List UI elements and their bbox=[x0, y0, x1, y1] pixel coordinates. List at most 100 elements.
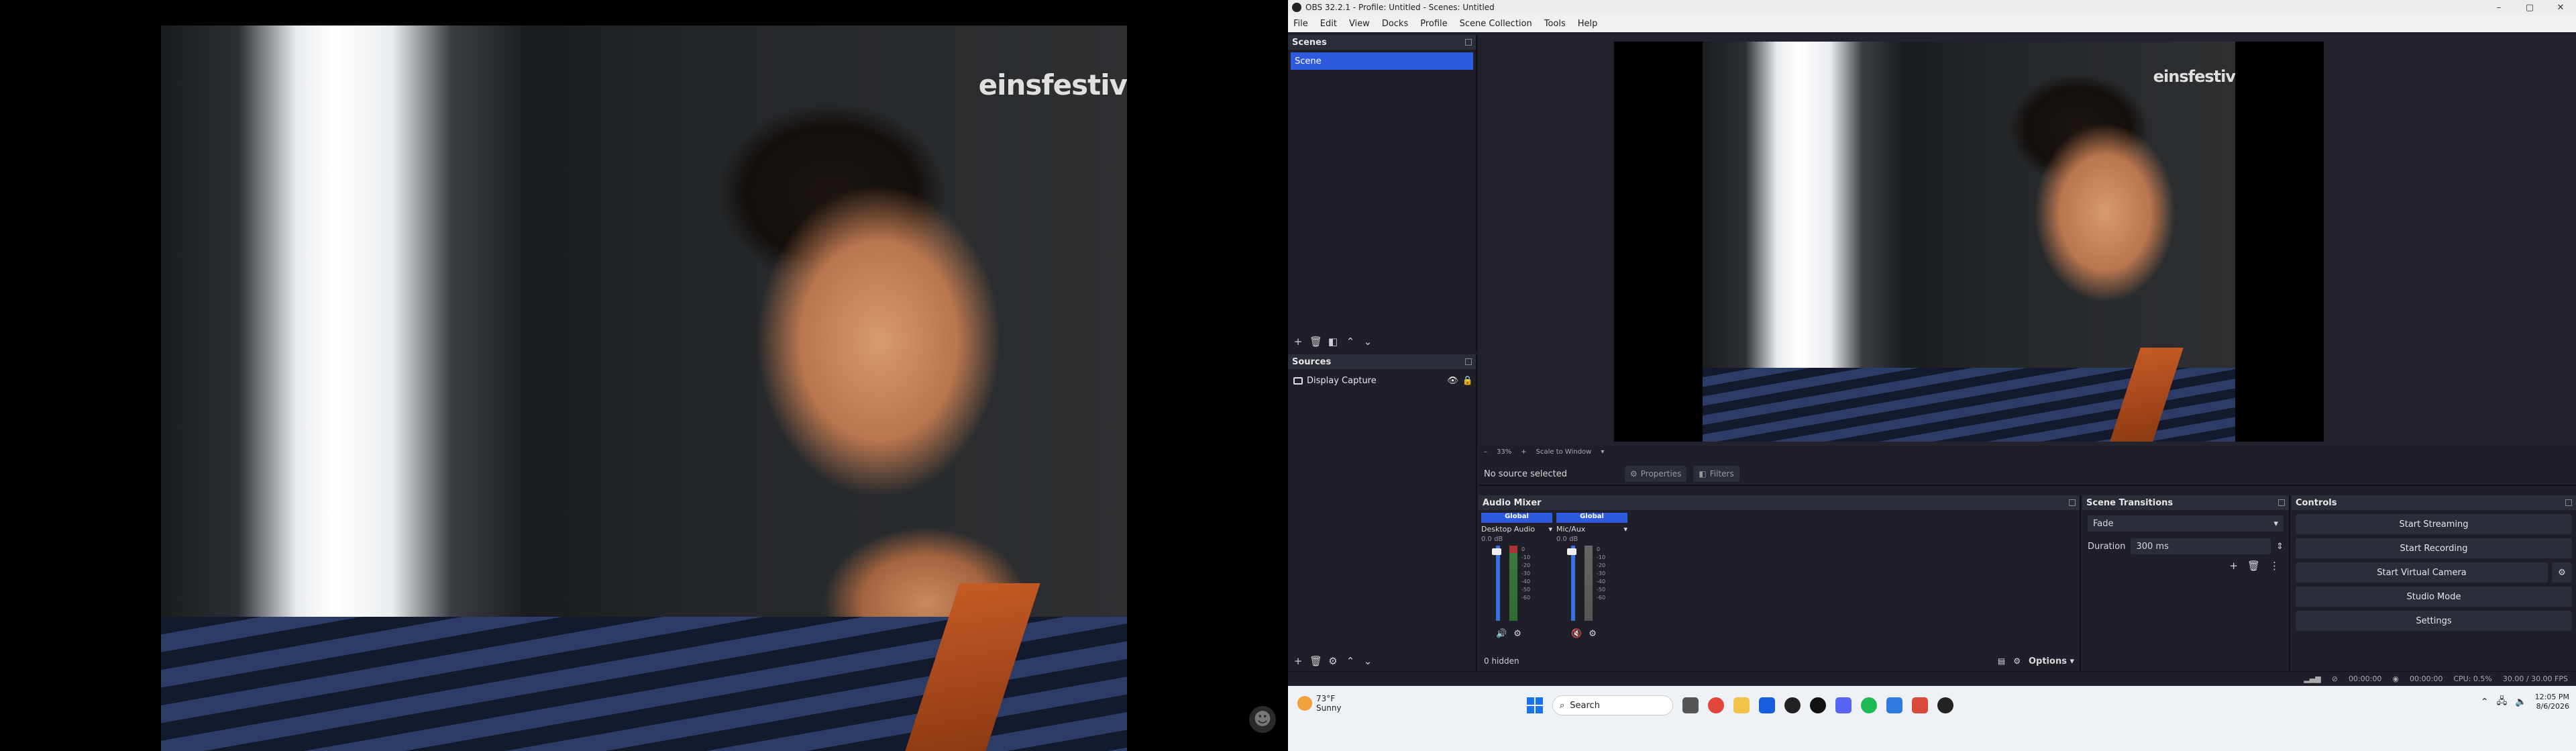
move-down-icon[interactable]: ⌄ bbox=[1362, 655, 1374, 667]
gear-icon: ⚙ bbox=[1630, 469, 1638, 479]
speaker-icon[interactable]: 🔊 bbox=[1496, 629, 1507, 639]
muted-speaker-icon[interactable]: 🔇 bbox=[1571, 629, 1582, 639]
preview-area[interactable]: einsfestiv bbox=[1479, 35, 2576, 446]
menu-tools[interactable]: Tools bbox=[1544, 19, 1566, 29]
channel-name[interactable]: Mic/Aux ▾ bbox=[1556, 525, 1627, 534]
maximize-button[interactable]: ▢ bbox=[2514, 3, 2545, 13]
github-icon[interactable] bbox=[1810, 697, 1826, 713]
move-down-icon[interactable]: ⌄ bbox=[1362, 336, 1374, 348]
network-icon[interactable]: 🖧 bbox=[2497, 694, 2508, 710]
channel-gear-icon[interactable]: ⚙ bbox=[1513, 629, 1521, 639]
mixer-channel-desktop-audio: Global Desktop Audio ▾ 0.0 dB 0 -10 -20 bbox=[1481, 513, 1552, 639]
remove-transition-icon[interactable]: 🗑 bbox=[2247, 560, 2260, 572]
filters-button[interactable]: ◧ Filters bbox=[1693, 466, 1739, 482]
chevron-down-icon[interactable]: ▾ bbox=[1601, 448, 1604, 456]
undock-icon[interactable] bbox=[2069, 499, 2076, 506]
hidden-count[interactable]: 0 hidden bbox=[1484, 656, 1990, 666]
menu-view[interactable]: View bbox=[1349, 19, 1370, 29]
chrome-icon[interactable] bbox=[1708, 697, 1724, 713]
app-icon-circle[interactable] bbox=[1784, 697, 1801, 713]
chevron-up-icon[interactable]: ⌃ bbox=[2481, 697, 2489, 707]
add-source-icon[interactable]: + bbox=[1292, 655, 1304, 667]
clock[interactable]: 12:05 PM 8/6/2026 bbox=[2535, 693, 2569, 711]
transition-select[interactable]: Fade ▾ bbox=[2088, 515, 2284, 532]
start-recording-button[interactable]: Start Recording bbox=[2296, 538, 2572, 558]
start-virtual-camera-button[interactable]: Start Virtual Camera bbox=[2296, 562, 2548, 583]
chevron-down-icon[interactable]: ▾ bbox=[1548, 525, 1552, 534]
menu-file[interactable]: File bbox=[1293, 19, 1308, 29]
scene-transitions-title: Scene Transitions bbox=[2086, 497, 2174, 508]
tick-label: -60 bbox=[1597, 595, 1606, 601]
duration-input[interactable]: 300 ms bbox=[2131, 538, 2271, 554]
bitwarden-icon[interactable] bbox=[1759, 697, 1775, 713]
corner-logo-icon: ☻ bbox=[1249, 706, 1276, 733]
undock-icon[interactable] bbox=[2565, 499, 2572, 506]
undock-icon[interactable] bbox=[2278, 499, 2285, 506]
scale-mode-select[interactable]: Scale to Window bbox=[1536, 448, 1592, 456]
system-tray: ⌃ 🖧 🔈 12:05 PM 8/6/2026 bbox=[2481, 693, 2569, 711]
virtual-camera-gear-icon[interactable]: ⚙ bbox=[2552, 562, 2572, 583]
zoom-out-button[interactable]: – bbox=[1484, 448, 1487, 456]
settings-button[interactable]: Settings bbox=[2296, 611, 2572, 631]
menu-bar: File Edit View Docks Profile Scene Colle… bbox=[1288, 15, 2576, 32]
scene-item[interactable]: Scene bbox=[1291, 52, 1473, 70]
source-properties-gear-icon[interactable]: ⚙ bbox=[1327, 655, 1339, 667]
close-button[interactable]: ✕ bbox=[2545, 3, 2576, 13]
remove-source-icon[interactable]: 🗑 bbox=[1309, 655, 1322, 667]
tick-label: -50 bbox=[1521, 587, 1531, 593]
visibility-eye-icon[interactable]: 👁 bbox=[1447, 376, 1458, 386]
volume-icon[interactable]: 🔈 bbox=[2515, 697, 2526, 707]
options-button[interactable]: Options ▾ bbox=[2029, 656, 2074, 666]
taskbar-search[interactable]: ⌕ Search bbox=[1552, 695, 1673, 715]
properties-button[interactable]: ⚙ Properties bbox=[1625, 466, 1687, 482]
preview-canvas[interactable]: einsfestiv bbox=[1614, 42, 2324, 442]
source-item[interactable]: Display Capture 👁 🔒 bbox=[1291, 372, 1473, 389]
add-transition-icon[interactable]: + bbox=[2229, 560, 2238, 572]
mixer-layout-icon[interactable]: ▤ bbox=[1998, 656, 2005, 666]
channel-gear-icon[interactable]: ⚙ bbox=[1589, 629, 1597, 639]
mixer-settings-icon[interactable]: ⚙ bbox=[2013, 656, 2021, 666]
tick-label: -20 bbox=[1521, 562, 1531, 568]
spotify-icon[interactable] bbox=[1861, 697, 1877, 713]
channel-name[interactable]: Desktop Audio ▾ bbox=[1481, 525, 1552, 534]
fader-handle[interactable] bbox=[1567, 548, 1576, 555]
app-icon-blue[interactable] bbox=[1886, 697, 1902, 713]
audio-mixer-title: Audio Mixer bbox=[1483, 497, 1542, 508]
move-up-icon[interactable]: ⌃ bbox=[1344, 336, 1356, 348]
studio-mode-button[interactable]: Studio Mode bbox=[2296, 587, 2572, 607]
file-explorer-icon[interactable] bbox=[1733, 697, 1750, 713]
undock-icon[interactable] bbox=[1465, 39, 1472, 46]
start-button-icon[interactable] bbox=[1527, 697, 1543, 713]
lock-icon[interactable]: 🔒 bbox=[1462, 376, 1473, 386]
app-icon-red[interactable] bbox=[1912, 697, 1928, 713]
menu-edit[interactable]: Edit bbox=[1320, 19, 1337, 29]
fader-handle[interactable] bbox=[1492, 548, 1501, 555]
add-scene-icon[interactable]: + bbox=[1292, 336, 1304, 348]
undock-icon[interactable] bbox=[1465, 358, 1472, 365]
sources-title: Sources bbox=[1292, 356, 1332, 367]
volume-fader[interactable] bbox=[1571, 546, 1575, 621]
task-view-icon[interactable] bbox=[1682, 697, 1699, 713]
menu-docks[interactable]: Docks bbox=[1382, 19, 1408, 29]
channel-controls: 🔇 ⚙ bbox=[1556, 629, 1627, 639]
menu-help[interactable]: Help bbox=[1578, 19, 1598, 29]
sources-dock: Sources Display Capture 👁 🔒 + 🗑 ⚙ ⌃ ⌄ bbox=[1288, 354, 1477, 671]
discord-icon[interactable] bbox=[1835, 697, 1851, 713]
menu-scene-collection[interactable]: Scene Collection bbox=[1460, 19, 1532, 29]
spinner-icon[interactable]: ⇕ bbox=[2276, 542, 2284, 552]
menu-profile[interactable]: Profile bbox=[1420, 19, 1447, 29]
minimize-button[interactable]: – bbox=[2483, 3, 2514, 13]
move-up-icon[interactable]: ⌃ bbox=[1344, 655, 1356, 667]
more-options-icon[interactable]: ⋮ bbox=[2269, 560, 2279, 572]
volume-fader[interactable] bbox=[1496, 546, 1500, 621]
scene-filters-icon[interactable]: ◧ bbox=[1327, 336, 1339, 348]
chevron-down-icon[interactable]: ▾ bbox=[1623, 525, 1627, 534]
start-streaming-button[interactable]: Start Streaming bbox=[2296, 514, 2572, 534]
cpu-usage: CPU: 0.5% bbox=[2453, 674, 2492, 683]
zoom-in-button[interactable]: + bbox=[1521, 448, 1526, 456]
weather-widget[interactable]: 73°F Sunny bbox=[1297, 694, 1342, 713]
channel-name-label: Desktop Audio bbox=[1481, 525, 1536, 534]
remove-scene-icon[interactable]: 🗑 bbox=[1309, 336, 1322, 348]
obs-taskbar-icon[interactable] bbox=[1937, 697, 1953, 713]
taskbar-apps: ⌕ Search bbox=[1527, 695, 1953, 715]
